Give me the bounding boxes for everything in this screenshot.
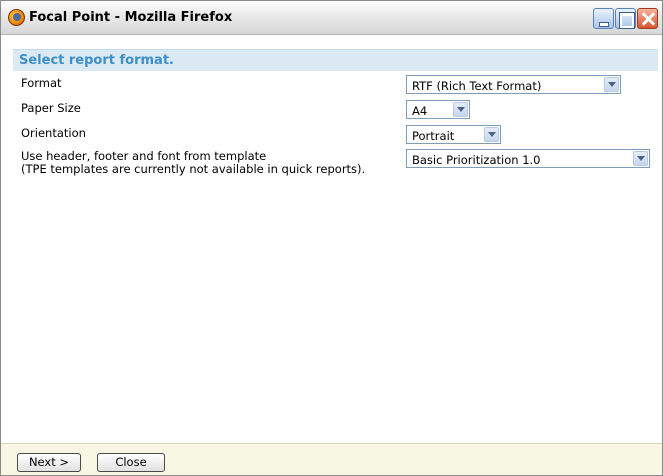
report-format-panel: Select report format. Format RTF (Rich T… (13, 49, 662, 441)
format-label: Format (21, 76, 62, 90)
template-select-value: Basic Prioritization 1.0 (412, 153, 541, 167)
firefox-icon (8, 9, 25, 26)
orientation-select-value: Portrait (412, 129, 455, 143)
section-header: Select report format. (13, 49, 658, 71)
close-icon[interactable] (637, 8, 658, 29)
format-select-value: RTF (Rich Text Format) (412, 79, 542, 93)
template-note: (TPE templates are currently not availab… (21, 162, 366, 176)
orientation-label: Orientation (21, 126, 86, 140)
paper-size-label: Paper Size (21, 101, 81, 115)
chevron-down-icon[interactable] (604, 77, 619, 92)
browser-window: Focal Point - Mozilla Firefox Select rep… (0, 0, 663, 476)
section-title: Select report format. (19, 53, 174, 68)
close-button[interactable]: Close (97, 453, 165, 472)
minimize-icon[interactable] (593, 8, 614, 29)
title-bar[interactable]: Focal Point - Mozilla Firefox (1, 1, 662, 35)
paper-size-select-value: A4 (412, 104, 428, 118)
orientation-select[interactable]: Portrait (406, 125, 501, 144)
chevron-down-icon[interactable] (484, 127, 499, 142)
maximize-icon[interactable] (615, 8, 636, 29)
next-button[interactable]: Next > (17, 453, 81, 472)
button-bar: Next > Close (1, 443, 662, 475)
paper-size-select[interactable]: A4 (406, 100, 470, 119)
format-select[interactable]: RTF (Rich Text Format) (406, 75, 621, 94)
window-title: Focal Point - Mozilla Firefox (29, 10, 233, 25)
chevron-down-icon[interactable] (633, 151, 648, 166)
template-select[interactable]: Basic Prioritization 1.0 (406, 149, 650, 168)
chevron-down-icon[interactable] (453, 102, 468, 117)
